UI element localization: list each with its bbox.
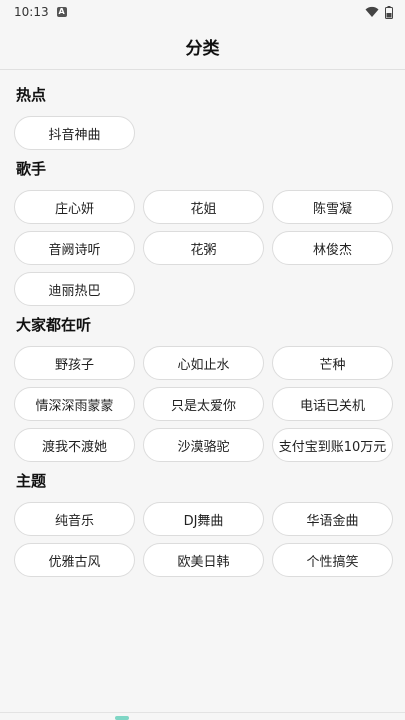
category-chip[interactable]: 情深深雨蒙蒙 (14, 387, 135, 421)
category-chip[interactable]: 纯音乐 (14, 502, 135, 536)
app-bar: 分类 (0, 24, 405, 70)
category-chip[interactable]: 电话已关机 (272, 387, 393, 421)
category-chip[interactable]: 陈雪凝 (272, 190, 393, 224)
category-chip[interactable]: 野孩子 (14, 346, 135, 380)
category-chip[interactable]: 音阙诗听 (14, 231, 135, 265)
category-chip[interactable]: 支付宝到账10万元 (272, 428, 393, 462)
status-time: 10:13 (14, 5, 49, 19)
category-chip[interactable]: 华语金曲 (272, 502, 393, 536)
section-title: 歌手 (16, 160, 47, 178)
category-chip[interactable]: 芒种 (272, 346, 393, 380)
category-chip[interactable]: 沙漠骆驼 (143, 428, 264, 462)
page-title: 分类 (185, 39, 220, 59)
notification-icon: A (56, 7, 67, 17)
category-chip[interactable]: 只是太爱你 (143, 387, 264, 421)
chip-grid: 野孩子 心如止水 芒种情深深雨蒙蒙 只是太爱你 电话已关机渡我不渡她 沙漠骆驼 支付宝到账1… (14, 346, 393, 462)
section-title: 大家都在听 (16, 316, 92, 334)
category-chip[interactable]: 庄心妍 (14, 190, 135, 224)
section-title: 热点 (16, 86, 47, 104)
status-left: 10:13 A (14, 5, 67, 19)
battery-icon (385, 5, 393, 19)
category-chip[interactable]: 迪丽热巴 (14, 272, 135, 306)
bottom-nav-bar (0, 712, 405, 720)
category-chip[interactable]: 抖音神曲 (14, 116, 135, 150)
chip-grid: 抖音神曲 (14, 116, 391, 150)
category-chip[interactable]: 花姐 (143, 190, 264, 224)
status-bar: 10:13 A (0, 0, 405, 24)
category-chip[interactable]: 林俊杰 (272, 231, 393, 265)
chip-grid: 庄心妍 花姐 陈雪凝音阙诗听 花粥 林俊杰迪丽热巴 (14, 190, 393, 306)
category-chip[interactable]: 心如止水 (143, 346, 264, 380)
category-chip[interactable]: 花粥 (143, 231, 264, 265)
chip-grid: 纯音乐 DJ舞曲 华语金曲优雅古风 欧美日韩 个性搞笑 (14, 502, 393, 577)
status-right (365, 5, 393, 19)
category-chip[interactable]: 优雅古风 (14, 543, 135, 577)
category-list: 热点抖音神曲歌手庄心妍 花姐 陈雪凝音阙诗听 花粥 林俊杰迪丽热巴大家都在听野孩子 心如止… (0, 70, 405, 577)
category-chip[interactable]: 个性搞笑 (272, 543, 393, 577)
section-title: 主题 (16, 472, 47, 490)
category-chip[interactable]: 欧美日韩 (143, 543, 264, 577)
category-chip[interactable]: 渡我不渡她 (14, 428, 135, 462)
bottom-nav-indicator (115, 716, 129, 720)
category-chip[interactable]: DJ舞曲 (143, 502, 264, 536)
wifi-icon (365, 6, 379, 17)
